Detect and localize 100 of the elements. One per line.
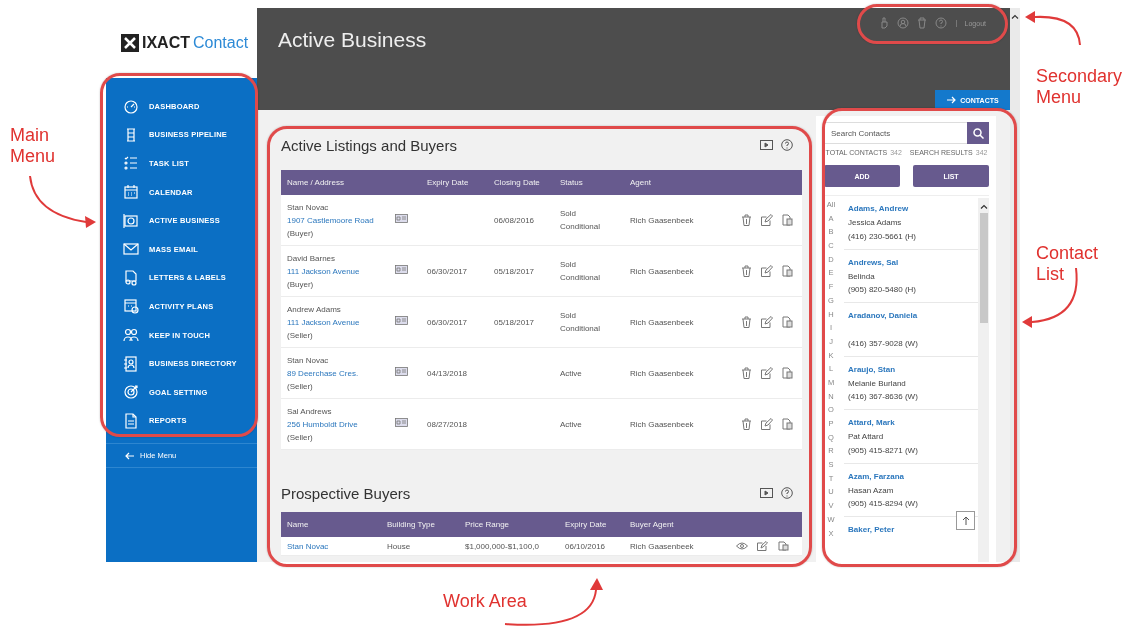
user-icon[interactable] [896,17,909,29]
address-link[interactable]: 1907 Castlemoore Road [287,213,389,227]
table-cell: 06/30/2017 [427,266,468,276]
contact-secondary-name: Pat Attard [848,431,885,443]
copy-document-icon[interactable] [782,418,793,430]
trash-icon[interactable] [741,418,752,430]
copy-document-icon[interactable] [782,214,793,226]
contact-book-icon [123,355,139,372]
status-cell-text: Active [560,367,583,380]
status-cell-text: Sold Conditional [560,259,602,284]
scroll-to-top-button[interactable] [956,511,975,530]
page-scrollbar[interactable] [1010,8,1020,562]
id-card-icon[interactable] [395,417,408,427]
copy-document-icon[interactable] [782,265,793,277]
id-card-icon[interactable] [395,315,408,325]
up-arrow-icon [961,516,970,525]
table-cell: House [387,541,411,551]
logo-text: Contact [193,34,249,52]
address-link[interactable]: 256 Humboldt Drive [287,417,389,431]
edit-icon[interactable] [761,316,773,328]
contact-name-link[interactable]: Azam, Farzana [848,469,978,484]
edit-icon[interactable] [761,367,773,379]
contact-secondary-name: Belinda [848,270,876,283]
address-link[interactable]: 111 Jackson Avenue [287,315,389,329]
address-link[interactable]: 111 Jackson Avenue [287,264,389,278]
camera-icon [123,212,139,229]
agent-cell: Rich Gaasenbeek [630,368,694,378]
role-label: (Seller) [287,329,314,342]
table-cell: 05/18/2017 [494,317,535,327]
envelope-icon [123,241,139,258]
copy-document-icon[interactable] [782,367,793,379]
column-header[interactable]: Name [281,512,381,537]
contact-name-link[interactable]: Stan Novac [287,541,329,551]
edit-icon[interactable] [761,265,773,277]
role-label: (Buyer) [287,227,315,240]
column-header[interactable]: Name / Address [281,170,389,195]
section-title: Prospective Buyers [281,484,411,502]
scrollbar-thumb[interactable] [979,213,988,323]
list-scrollbar[interactable] [978,198,989,562]
column-header[interactable]: Expiry Date [421,170,488,195]
report-icon [123,412,139,429]
address-link[interactable]: 89 Deerchase Cres. [287,366,389,380]
trash-icon[interactable] [915,17,928,29]
column-header[interactable]: Buyer Agent [624,512,724,537]
search-button[interactable] [967,122,989,144]
contact-name-link[interactable]: Andrews, Sal [848,255,978,270]
search-field[interactable]: Search Contacts [824,122,967,144]
eye-icon[interactable] [736,542,748,550]
caret-up-icon[interactable] [1011,14,1019,19]
logo-text: IXACT [142,34,190,52]
trash-icon[interactable] [741,367,752,379]
table-cell: $1,000,000-$1,100,0 [465,541,539,551]
logo-x-icon [121,34,139,52]
contact-name: David Barnes [287,252,337,265]
annotation-label: Work Area [443,591,528,612]
contact-name: Stan Novac [287,201,330,214]
id-card-icon[interactable] [395,213,408,223]
id-card-icon[interactable] [395,366,408,376]
help-icon[interactable] [781,487,793,499]
help-icon[interactable] [781,139,793,151]
annotation-label: Main Menu [10,125,57,167]
help-icon[interactable] [934,17,947,29]
column-header[interactable]: Expiry Date [559,512,624,537]
contact-phone: (905) 415-8294 (W) [848,498,919,510]
trash-icon[interactable] [741,265,752,277]
column-header[interactable]: Building Type [381,512,459,537]
contact-secondary-name: Jessica Adams [848,217,903,229]
contact-name-link[interactable]: Adams, Andrew [848,202,978,216]
trash-icon[interactable] [741,316,752,328]
contact-name-link[interactable]: Araujo, Stan [848,362,978,377]
copy-document-icon[interactable] [778,541,789,551]
gauge-icon [123,98,139,115]
table-cell: 06/10/2016 [565,541,606,551]
column-header[interactable]: Price Range [459,512,559,537]
target-icon [123,384,139,401]
edit-icon[interactable] [761,214,773,226]
agent-cell: Rich Gaasenbeek [630,266,694,276]
contact-secondary-name: Melanie Burland [848,377,907,390]
people-icon [123,327,139,344]
contact-name-link[interactable]: Aradanov, Daniela [848,309,978,323]
column-header[interactable]: Status [554,170,624,195]
contact-phone: (416) 357-9028 (W) [848,337,919,350]
trash-icon[interactable] [741,214,752,226]
column-header[interactable]: Closing Date [488,170,554,195]
contact-name: Stan Novac [287,354,330,367]
id-card-icon[interactable] [395,264,408,274]
video-icon[interactable] [760,488,773,498]
contact-name-link[interactable]: Baker, Peter [848,523,978,537]
column-header[interactable]: Agent [624,170,729,195]
role-label: (Buyer) [287,278,315,291]
search-icon [972,127,984,139]
edit-icon[interactable] [761,418,773,430]
role-label: (Seller) [287,380,314,393]
video-icon[interactable] [760,140,773,150]
caret-up-icon[interactable] [979,204,988,209]
copy-document-icon[interactable] [782,316,793,328]
contact-name-link[interactable]: Attard, Mark [848,416,978,430]
edit-icon[interactable] [757,541,769,551]
agent-cell: Rich Gaasenbeek [630,419,694,429]
role-label: (Seller) [287,431,314,444]
